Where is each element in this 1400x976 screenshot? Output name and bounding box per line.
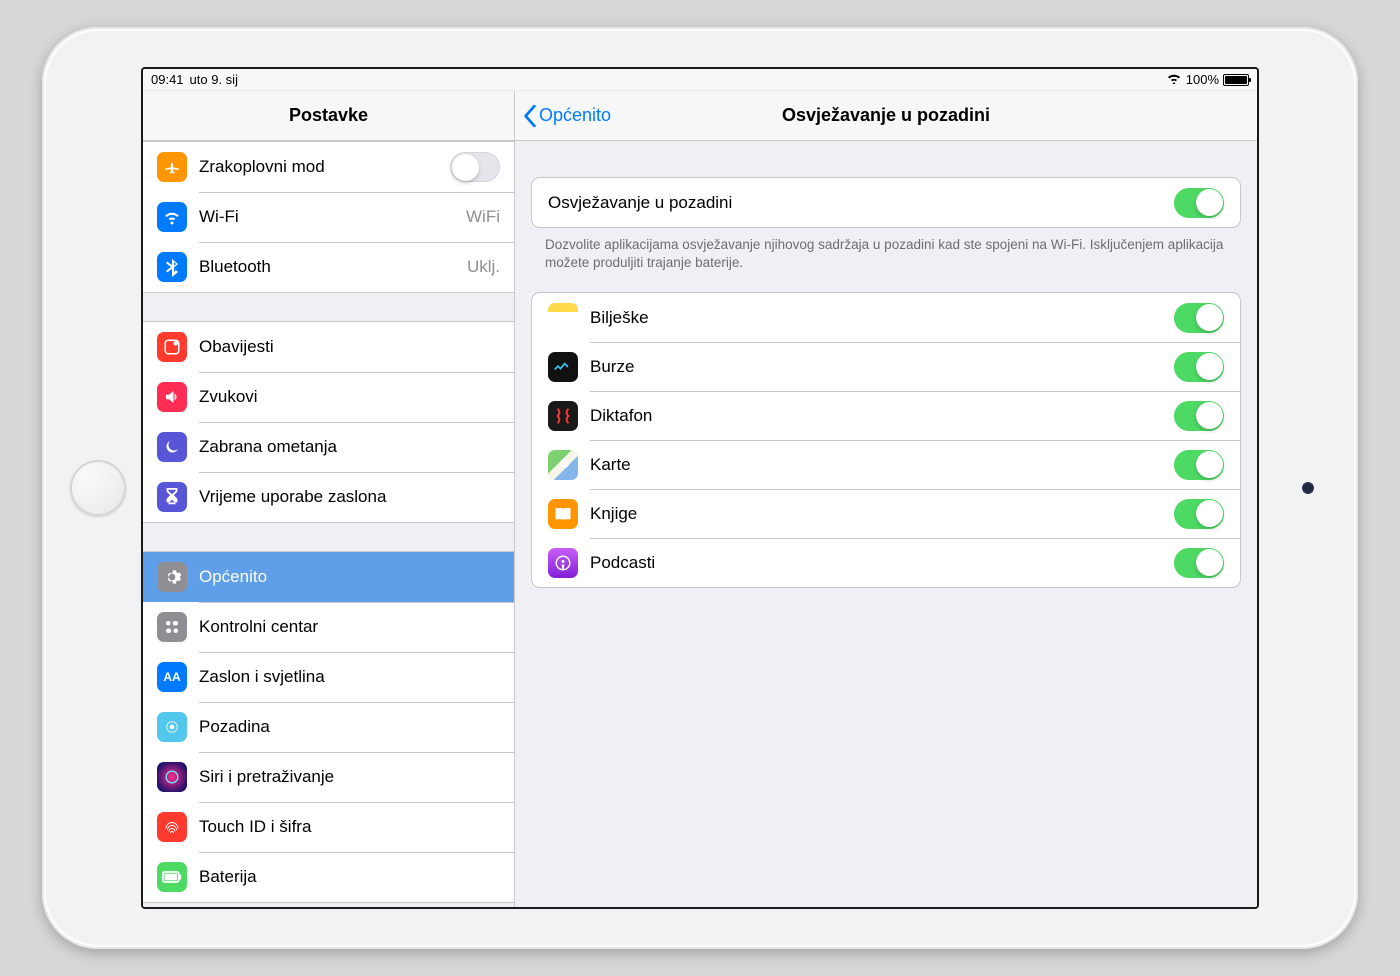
wallpaper-icon xyxy=(157,712,187,742)
wifi-icon xyxy=(1166,72,1182,87)
detail-title: Osvježavanje u pozadini xyxy=(782,105,990,126)
sidebar-item-label: Zrakoplovni mod xyxy=(199,157,450,177)
sidebar-item-screen-time[interactable]: Vrijeme uporabe zaslona xyxy=(143,472,514,522)
app-switch-voice-memos[interactable] xyxy=(1174,401,1224,431)
app-row-maps[interactable]: Karte xyxy=(532,440,1240,489)
airplane-icon xyxy=(157,152,187,182)
notifications-icon xyxy=(157,332,187,362)
sidebar-item-label: Vrijeme uporabe zaslona xyxy=(199,487,500,507)
app-label: Karte xyxy=(590,455,1174,475)
sidebar-item-bluetooth[interactable]: Bluetooth Uklj. xyxy=(143,242,514,292)
app-row-podcasts[interactable]: Podcasti xyxy=(532,538,1240,587)
sidebar-item-label: Obavijesti xyxy=(199,337,500,357)
app-row-voice-memos[interactable]: Diktafon xyxy=(532,391,1240,440)
maps-icon xyxy=(548,450,578,480)
sidebar-item-label: Kontrolni centar xyxy=(199,617,500,637)
home-button[interactable] xyxy=(70,460,126,516)
podcasts-icon xyxy=(548,548,578,578)
wifi-icon xyxy=(157,202,187,232)
sidebar-item-label: Wi-Fi xyxy=(199,207,466,227)
sidebar-item-notifications[interactable]: Obavijesti xyxy=(143,322,514,372)
screen: 09:41 uto 9. sij 100% Postavke xyxy=(141,67,1259,909)
sidebar-title: Postavke xyxy=(143,91,514,141)
app-row-stocks[interactable]: Burze xyxy=(532,342,1240,391)
hourglass-icon xyxy=(157,482,187,512)
status-bar: 09:41 uto 9. sij 100% xyxy=(143,69,1257,91)
app-label: Bilješke xyxy=(590,308,1174,328)
back-button[interactable]: Općenito xyxy=(523,91,611,140)
sounds-icon xyxy=(157,382,187,412)
app-row-books[interactable]: Knjige xyxy=(532,489,1240,538)
battery-pct: 100% xyxy=(1186,72,1219,87)
control-center-icon xyxy=(157,612,187,642)
siri-icon xyxy=(157,762,187,792)
sidebar-item-label: Pozadina xyxy=(199,717,500,737)
sidebar-item-label: Općenito xyxy=(199,567,500,587)
voice-memos-icon xyxy=(548,401,578,431)
app-label: Podcasti xyxy=(590,553,1174,573)
status-time: 09:41 xyxy=(151,72,184,87)
gear-icon xyxy=(157,562,187,592)
notes-icon xyxy=(548,303,578,333)
stocks-icon xyxy=(548,352,578,382)
wifi-value: WiFi xyxy=(466,207,500,227)
back-label: Općenito xyxy=(539,105,611,126)
sidebar-item-label: Touch ID i šifra xyxy=(199,817,500,837)
sidebar-item-label: Baterija xyxy=(199,867,500,887)
sidebar-item-label: Bluetooth xyxy=(199,257,467,277)
sidebar-item-wifi[interactable]: Wi-Fi WiFi xyxy=(143,192,514,242)
app-switch-books[interactable] xyxy=(1174,499,1224,529)
sidebar-item-display[interactable]: AA Zaslon i svjetlina xyxy=(143,652,514,702)
sidebar-item-do-not-disturb[interactable]: Zabrana ometanja xyxy=(143,422,514,472)
settings-sidebar: Postavke Zrakoplovni mod Wi-Fi xyxy=(143,91,515,907)
chevron-left-icon xyxy=(523,105,537,127)
background-refresh-master-group: Osvježavanje u pozadini xyxy=(531,177,1241,228)
sidebar-item-touch-id[interactable]: Touch ID i šifra xyxy=(143,802,514,852)
sidebar-item-sounds[interactable]: Zvukovi xyxy=(143,372,514,422)
fingerprint-icon xyxy=(157,812,187,842)
app-switch-notes[interactable] xyxy=(1174,303,1224,333)
detail-header: Općenito Osvježavanje u pozadini xyxy=(515,91,1257,141)
sidebar-item-label: Zaslon i svjetlina xyxy=(199,667,500,687)
app-row-notes[interactable]: Bilješke xyxy=(532,293,1240,342)
status-date: uto 9. sij xyxy=(190,72,238,87)
sidebar-item-control-center[interactable]: Kontrolni centar xyxy=(143,602,514,652)
app-switch-maps[interactable] xyxy=(1174,450,1224,480)
master-label: Osvježavanje u pozadini xyxy=(548,193,1174,213)
app-switch-stocks[interactable] xyxy=(1174,352,1224,382)
battery-icon xyxy=(1223,74,1249,86)
app-switch-podcasts[interactable] xyxy=(1174,548,1224,578)
bluetooth-value: Uklj. xyxy=(467,257,500,277)
bluetooth-icon xyxy=(157,252,187,282)
sidebar-item-label: Zabrana ometanja xyxy=(199,437,500,457)
moon-icon xyxy=(157,432,187,462)
app-label: Knjige xyxy=(590,504,1174,524)
sidebar-group-alerts: Obavijesti Zvukovi Zabrana ometanja xyxy=(143,321,514,523)
display-icon: AA xyxy=(157,662,187,692)
sidebar-item-general[interactable]: Općenito xyxy=(143,552,514,602)
app-label: Diktafon xyxy=(590,406,1174,426)
sidebar-item-airplane-mode[interactable]: Zrakoplovni mod xyxy=(143,142,514,192)
sidebar-group-system: Općenito Kontrolni centar AA Zaslon i sv… xyxy=(143,551,514,903)
detail-pane: Općenito Osvježavanje u pozadini Osvježa… xyxy=(515,91,1257,907)
sidebar-item-siri[interactable]: Siri i pretraživanje xyxy=(143,752,514,802)
ipad-frame: 09:41 uto 9. sij 100% Postavke xyxy=(42,27,1358,949)
background-refresh-master-row[interactable]: Osvježavanje u pozadini xyxy=(532,178,1240,227)
background-refresh-footer: Dozvolite aplikacijama osvježavanje njih… xyxy=(545,236,1227,272)
sidebar-item-label: Zvukovi xyxy=(199,387,500,407)
airplane-mode-switch[interactable] xyxy=(450,152,500,182)
front-camera xyxy=(1302,482,1314,494)
sidebar-item-battery[interactable]: Baterija xyxy=(143,852,514,902)
sidebar-item-wallpaper[interactable]: Pozadina xyxy=(143,702,514,752)
sidebar-group-connectivity: Zrakoplovni mod Wi-Fi WiFi xyxy=(143,141,514,293)
battery-icon xyxy=(157,862,187,892)
background-refresh-master-switch[interactable] xyxy=(1174,188,1224,218)
app-label: Burze xyxy=(590,357,1174,377)
app-list-group: Bilješke Burze xyxy=(531,292,1241,588)
sidebar-item-label: Siri i pretraživanje xyxy=(199,767,500,787)
books-icon xyxy=(548,499,578,529)
